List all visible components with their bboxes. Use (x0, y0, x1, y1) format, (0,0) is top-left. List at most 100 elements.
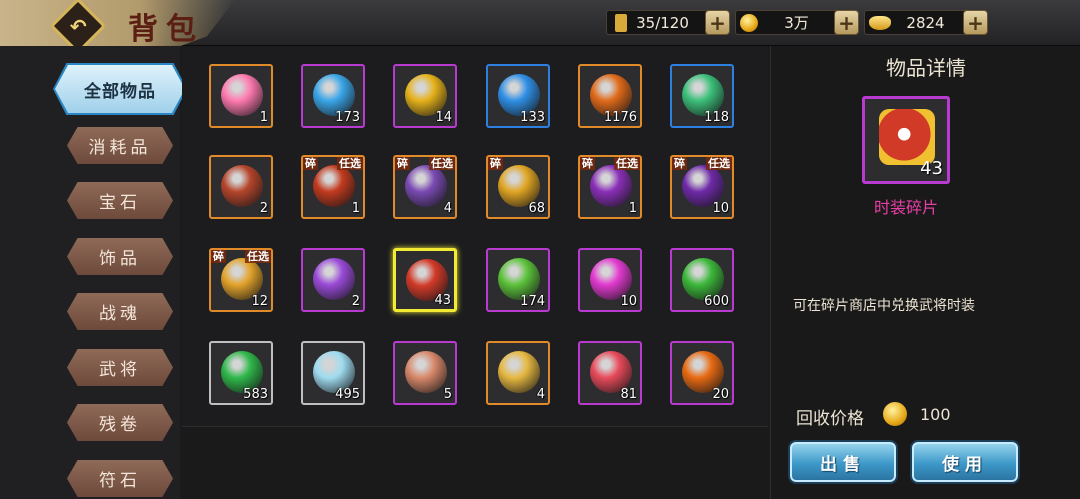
item-quantity: 81 (620, 387, 637, 402)
inventory-slot[interactable]: 1 (209, 64, 273, 128)
fragment-tag: 碎 (672, 157, 687, 170)
fragment-tag: 碎 (395, 157, 410, 170)
costume-fragment-icon (879, 109, 935, 165)
red-armor-icon (313, 165, 355, 207)
tab-accessories[interactable]: 饰品 (67, 238, 173, 275)
detail-title: 物品详情 (886, 56, 966, 80)
top-bar: ↶ 背包 35/120 + 3万 + 2824 + (0, 0, 1080, 55)
item-quantity: 43 (434, 293, 451, 308)
item-quantity: 2 (351, 294, 360, 309)
use-button[interactable]: 使用 (910, 440, 1020, 484)
item-quantity: 14 (435, 110, 452, 125)
detail-item-name: 时装碎片 (873, 198, 938, 217)
choose-tag: 任选 (245, 250, 271, 263)
recycle-price-label: 回收价格 (796, 409, 864, 429)
inventory-slot[interactable]: 600 (670, 248, 734, 312)
ingot-icon (869, 16, 891, 30)
flag-icon (615, 14, 627, 32)
inventory-slot[interactable]: 碎 任选 1 (578, 155, 642, 219)
item-quantity: 133 (520, 110, 545, 125)
detail-item-description: 可在碎片商店中兑换武将时装 (793, 298, 975, 314)
add-gold-button[interactable]: + (834, 10, 859, 35)
stamina-counter: 35/120 + (606, 10, 730, 35)
item-quantity: 1 (628, 201, 637, 216)
inventory-slot[interactable]: 174 (486, 248, 550, 312)
fragment-tag: 碎 (488, 157, 503, 170)
tab-all-items[interactable]: 全部物品 (55, 65, 185, 113)
item-quantity: 1176 (603, 110, 637, 125)
purple-armor-icon (590, 165, 632, 207)
item-quantity: 4 (536, 387, 545, 402)
item-quantity: 495 (335, 387, 360, 402)
fragment-tag: 碎 (303, 157, 318, 170)
gold-value: 3万 (784, 14, 809, 32)
item-quantity: 12 (251, 294, 268, 309)
page-title: 背包 (128, 12, 204, 47)
item-detail-panel: 物品详情 43 时装碎片 可在碎片商店中兑换武将时装 回收价格 100 出售 使… (770, 46, 1080, 499)
add-stamina-button[interactable]: + (705, 10, 730, 35)
item-quantity: 174 (520, 294, 545, 309)
inventory-slot[interactable]: 碎 任选 12 (209, 248, 273, 312)
add-ingot-button[interactable]: + (963, 10, 988, 35)
coin-icon (740, 14, 758, 32)
back-arrow-icon: ↶ (69, 13, 87, 38)
tab-war-souls[interactable]: 战魂 (67, 293, 173, 330)
inventory-slot[interactable]: 495 (301, 341, 365, 405)
inventory-slot[interactable]: 2 (209, 155, 273, 219)
inventory-slot[interactable]: 20 (670, 341, 734, 405)
inventory-slot[interactable]: 81 (578, 341, 642, 405)
inventory-slot[interactable]: 133 (486, 64, 550, 128)
treasure-chest-icon (221, 165, 263, 207)
tab-fragments[interactable]: 残卷 (67, 404, 173, 441)
mystery-gems-icon (313, 258, 355, 300)
tab-generals[interactable]: 武将 (67, 349, 173, 386)
item-quantity: 10 (712, 201, 729, 216)
scroll-icon (405, 351, 447, 393)
tab-gems[interactable]: 宝石 (67, 182, 173, 219)
item-quantity: 4 (443, 201, 452, 216)
item-quantity: 10 (620, 294, 637, 309)
fragment-tag: 碎 (580, 157, 595, 170)
item-quantity: 68 (528, 201, 545, 216)
gold-counter: 3万 + (735, 10, 859, 35)
inventory-slot[interactable]: 2 (301, 248, 365, 312)
inventory-slot[interactable]: 碎 任选 1 (301, 155, 365, 219)
ingot-counter: 2824 + (864, 10, 988, 35)
inventory-slot[interactable]: 碎 68 (486, 155, 550, 219)
fragment-tag: 碎 (211, 250, 226, 263)
inventory-slot[interactable]: 10 (578, 248, 642, 312)
inventory-slot[interactable]: 碎 任选 10 (670, 155, 734, 219)
inventory-slot[interactable]: 14 (393, 64, 457, 128)
item-quantity: 600 (704, 294, 729, 309)
purple-chest-icon (405, 165, 447, 207)
item-quantity: 1 (351, 201, 360, 216)
inventory-slot[interactable]: 碎 任选 4 (393, 155, 457, 219)
gold-badge-icon (498, 351, 540, 393)
inventory-slot[interactable]: 173 (301, 64, 365, 128)
choose-tag: 任选 (429, 157, 455, 170)
choose-tag: 任选 (706, 157, 732, 170)
item-quantity: 5 (443, 387, 452, 402)
inventory-slot[interactable]: 4 (486, 341, 550, 405)
item-quantity: 20 (712, 387, 729, 402)
detail-item-slot: 43 (862, 96, 950, 184)
inventory-slot[interactable]: 583 (209, 341, 273, 405)
ingot-value: 2824 (906, 13, 945, 32)
inventory-slot[interactable]: 43 (393, 248, 457, 312)
item-quantity: 173 (335, 110, 360, 125)
tab-runes[interactable]: 符石 (67, 460, 173, 497)
item-quantity: 1 (259, 110, 268, 125)
inventory-slot[interactable]: 1176 (578, 64, 642, 128)
inventory-grid-footer (182, 426, 768, 499)
tab-consumables[interactable]: 消耗品 (67, 127, 173, 164)
choose-tag: 任选 (337, 157, 363, 170)
coin-icon (883, 402, 907, 426)
inventory-slot[interactable]: 118 (670, 64, 734, 128)
item-quantity: 2 (259, 201, 268, 216)
item-quantity: 583 (243, 387, 268, 402)
item-quantity: 118 (704, 110, 729, 125)
detail-item-quantity: 43 (920, 158, 943, 179)
sell-button[interactable]: 出售 (788, 440, 898, 484)
inventory-slot[interactable]: 5 (393, 341, 457, 405)
choose-tag: 任选 (614, 157, 640, 170)
